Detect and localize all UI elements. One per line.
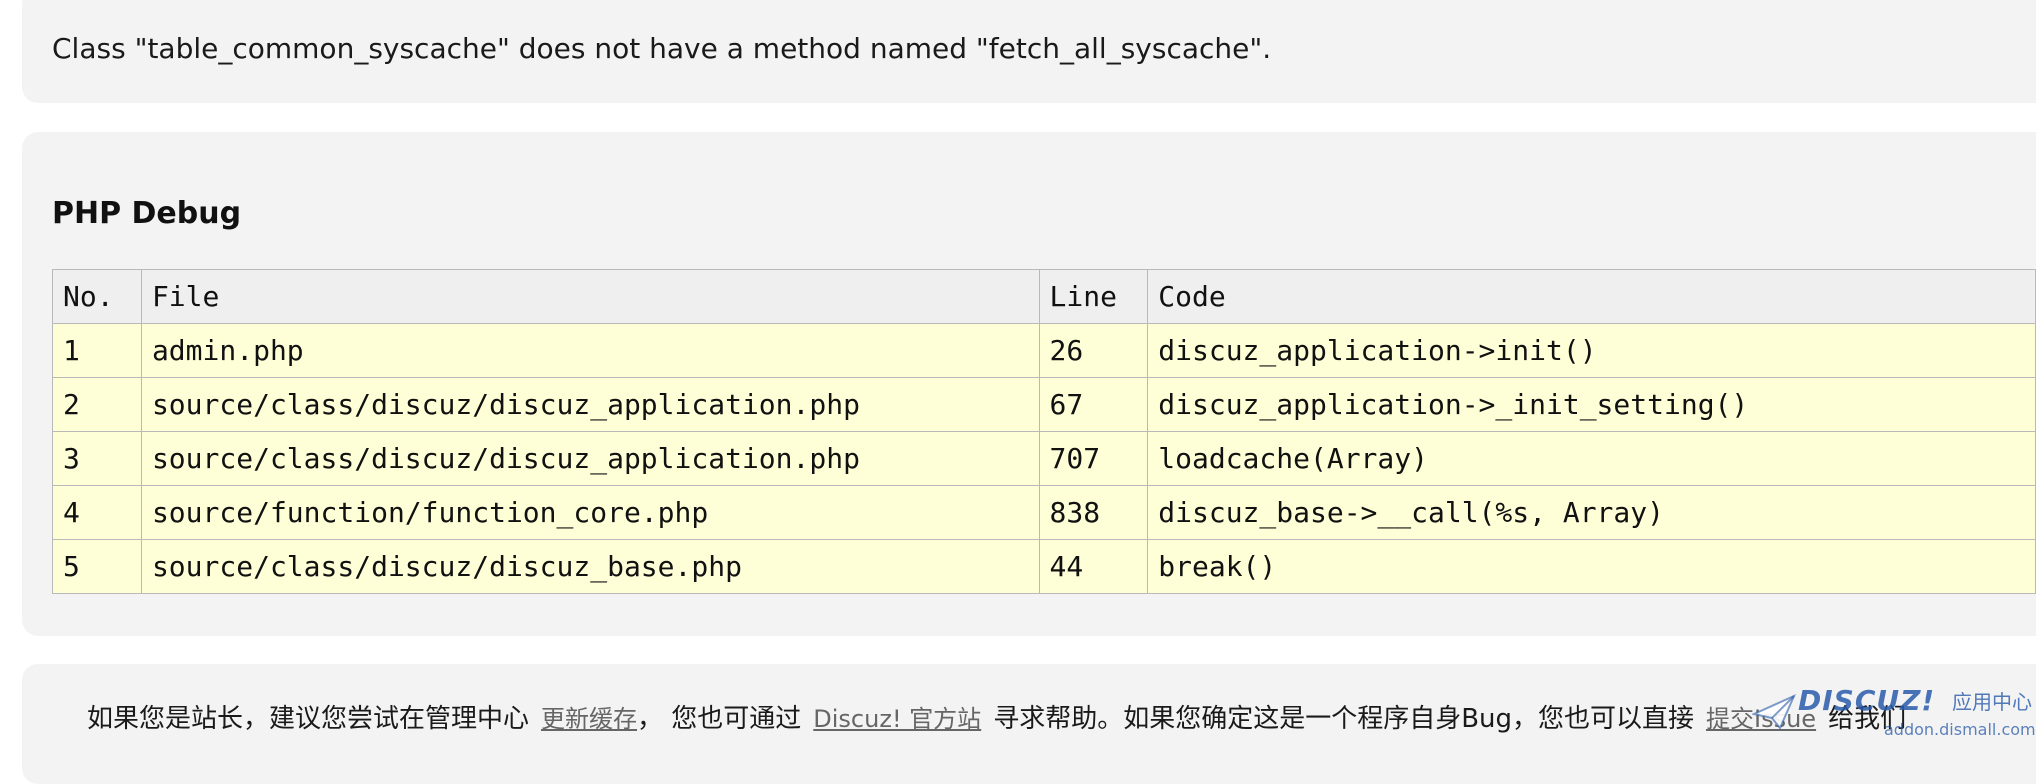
debug-title: PHP Debug [52,196,242,231]
cell-file: source/class/discuz/discuz_base.php [140,539,1040,594]
cell-file: source/class/discuz/discuz_application.p… [140,431,1040,486]
cell-file: source/class/discuz/discuz_application.p… [140,377,1040,432]
cell-code: loadcache(Array) [1147,431,2036,486]
cell-code: discuz_base->__call(%s, Array) [1147,485,2036,540]
cell-code: discuz_application->init() [1147,323,2036,378]
cell-line: 707 [1038,431,1149,486]
cell-no: 5 [52,539,142,594]
cell-no: 3 [52,431,142,486]
table-row: 3 source/class/discuz/discuz_application… [52,431,2036,486]
cell-code: discuz_application->_init_setting() [1147,377,2036,432]
table-row: 5 source/class/discuz/discuz_base.php 44… [52,539,2036,594]
cell-file: source/function/function_core.php [140,485,1040,540]
help-text-part: 如果您是站长，建议您尝试在管理中心 [87,704,530,734]
cell-no: 1 [52,323,142,378]
help-message: 如果您是站长，建议您尝试在管理中心 更新缓存， 您也可通过 Discuz! 官方站寻… [87,698,1906,735]
table-row: 2 source/class/discuz/discuz_application… [52,377,2036,432]
help-text-part: ， 您也可通过 [637,704,802,734]
cell-code: break() [1147,539,2036,594]
cell-line: 44 [1038,539,1149,594]
error-message: Class "table_common_syscache" does not h… [52,32,1272,65]
update-cache-link[interactable]: 更新缓存 [541,705,637,733]
debug-trace-table: No. File Line Code 1 admin.php 26 discuz… [52,269,2036,594]
cell-line: 26 [1038,323,1149,378]
help-text-part: 寻求帮助。如果您确定这是一个程序自身Bug，您也可以直接 [993,704,1695,734]
column-header-line: Line [1038,269,1149,324]
column-header-code: Code [1147,269,2036,324]
cell-file: admin.php [140,323,1040,378]
help-text-part: 给我们 [1828,704,1907,734]
cell-no: 4 [52,485,142,540]
column-header-file: File [140,269,1040,324]
table-row: 4 source/function/function_core.php 838 … [52,485,2036,540]
submit-issue-link[interactable]: 提交Issue [1706,705,1816,733]
cell-line: 838 [1038,485,1149,540]
table-row: 1 admin.php 26 discuz_application->init(… [52,323,2036,378]
cell-line: 67 [1038,377,1149,432]
table-header-row: No. File Line Code [52,269,2036,324]
discuz-official-site-link[interactable]: Discuz! 官方站 [813,705,981,733]
cell-no: 2 [52,377,142,432]
column-header-no: No. [52,269,142,324]
